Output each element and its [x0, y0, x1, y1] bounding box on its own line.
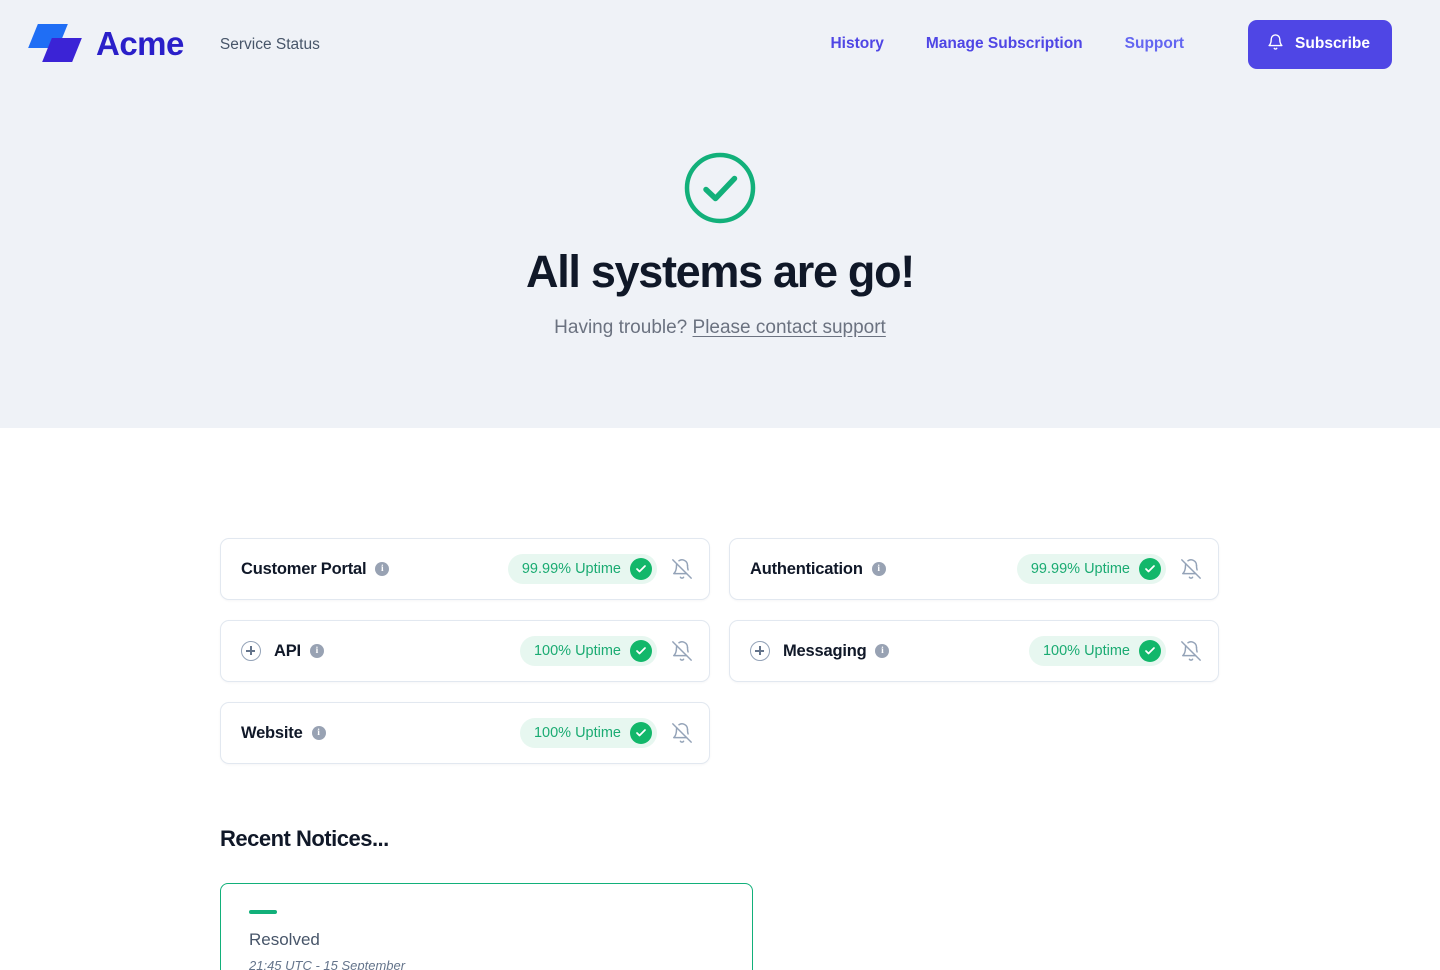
check-icon	[1139, 640, 1161, 662]
service-name: Customer Portal	[241, 560, 366, 579]
info-icon[interactable]: i	[312, 726, 326, 740]
nav-link-history[interactable]: History	[830, 35, 883, 53]
hero-content: All systems are go! Having trouble? Plea…	[0, 88, 1440, 339]
main-nav: History Manage Subscription Support Subs…	[830, 20, 1392, 69]
nav-link-support[interactable]: Support	[1125, 35, 1184, 53]
bell-off-icon[interactable]	[1180, 640, 1202, 662]
service-card-actions: 100% Uptime	[520, 636, 693, 666]
info-icon[interactable]: i	[375, 562, 389, 576]
recent-notices-section: Recent Notices... Resolved 21:45 UTC - 1…	[220, 764, 1220, 970]
service-card-actions: 100% Uptime	[1029, 636, 1202, 666]
bell-off-icon[interactable]	[671, 558, 693, 580]
service-card-customer-portal[interactable]: Customer Portal i 99.99% Uptime	[220, 538, 710, 600]
uptime-badge: 100% Uptime	[520, 636, 657, 666]
bell-off-icon[interactable]	[1180, 558, 1202, 580]
info-icon[interactable]: i	[875, 644, 889, 658]
plus-circle-icon[interactable]	[750, 641, 770, 661]
uptime-label: 100% Uptime	[534, 725, 621, 741]
notice-timestamp: 21:45 UTC - 15 September	[249, 958, 724, 970]
contact-support-link[interactable]: Please contact support	[693, 317, 886, 338]
uptime-badge: 100% Uptime	[520, 718, 657, 748]
uptime-badge: 100% Uptime	[1029, 636, 1166, 666]
service-card-actions: 99.99% Uptime	[508, 554, 693, 584]
acme-parallelogram-logo	[30, 23, 82, 65]
brand-logo-group[interactable]: Acme	[30, 23, 184, 65]
services-section: Customer Portal i 99.99% Uptime	[0, 428, 1440, 764]
service-name: Authentication	[750, 560, 863, 579]
uptime-label: 99.99% Uptime	[1031, 561, 1130, 577]
subscribe-button[interactable]: Subscribe	[1248, 20, 1392, 69]
service-name: Website	[241, 724, 303, 743]
service-name: Messaging	[783, 642, 866, 661]
check-icon	[630, 722, 652, 744]
page-title: Service Status	[220, 34, 320, 54]
services-grid: Customer Portal i 99.99% Uptime	[220, 538, 1220, 764]
info-icon[interactable]: i	[872, 562, 886, 576]
nav-link-manage-subscription[interactable]: Manage Subscription	[926, 35, 1083, 53]
service-card-actions: 99.99% Uptime	[1017, 554, 1202, 584]
hero-subtitle: Having trouble? Please contact support	[0, 317, 1440, 339]
bell-off-icon[interactable]	[671, 640, 693, 662]
service-card-api[interactable]: API i 100% Uptime	[220, 620, 710, 682]
uptime-label: 99.99% Uptime	[522, 561, 621, 577]
hero-section: Acme Service Status History Manage Subsc…	[0, 0, 1440, 428]
check-icon	[630, 558, 652, 580]
notice-status-label: Resolved	[249, 930, 724, 950]
uptime-label: 100% Uptime	[534, 643, 621, 659]
bell-icon	[1267, 33, 1284, 56]
check-icon	[1139, 558, 1161, 580]
check-icon	[630, 640, 652, 662]
recent-notices-heading: Recent Notices...	[220, 826, 1220, 852]
service-card-actions: 100% Uptime	[520, 718, 693, 748]
check-circle-icon	[682, 150, 758, 226]
service-name: API	[274, 642, 301, 661]
brand-name: Acme	[96, 25, 184, 63]
notice-card[interactable]: Resolved 21:45 UTC - 15 September	[220, 883, 753, 970]
hero-subtitle-prefix: Having trouble?	[554, 317, 692, 338]
notice-status-dash	[249, 910, 277, 914]
service-card-website[interactable]: Website i 100% Uptime	[220, 702, 710, 764]
plus-circle-icon[interactable]	[241, 641, 261, 661]
service-card-messaging[interactable]: Messaging i 100% Uptime	[729, 620, 1219, 682]
info-icon[interactable]: i	[310, 644, 324, 658]
uptime-badge: 99.99% Uptime	[508, 554, 657, 584]
top-navigation-bar: Acme Service Status History Manage Subsc…	[0, 0, 1440, 88]
bell-off-icon[interactable]	[671, 722, 693, 744]
uptime-badge: 99.99% Uptime	[1017, 554, 1166, 584]
uptime-label: 100% Uptime	[1043, 643, 1130, 659]
hero-title: All systems are go!	[0, 248, 1440, 295]
service-card-authentication[interactable]: Authentication i 99.99% Uptime	[729, 538, 1219, 600]
subscribe-button-label: Subscribe	[1295, 35, 1370, 53]
